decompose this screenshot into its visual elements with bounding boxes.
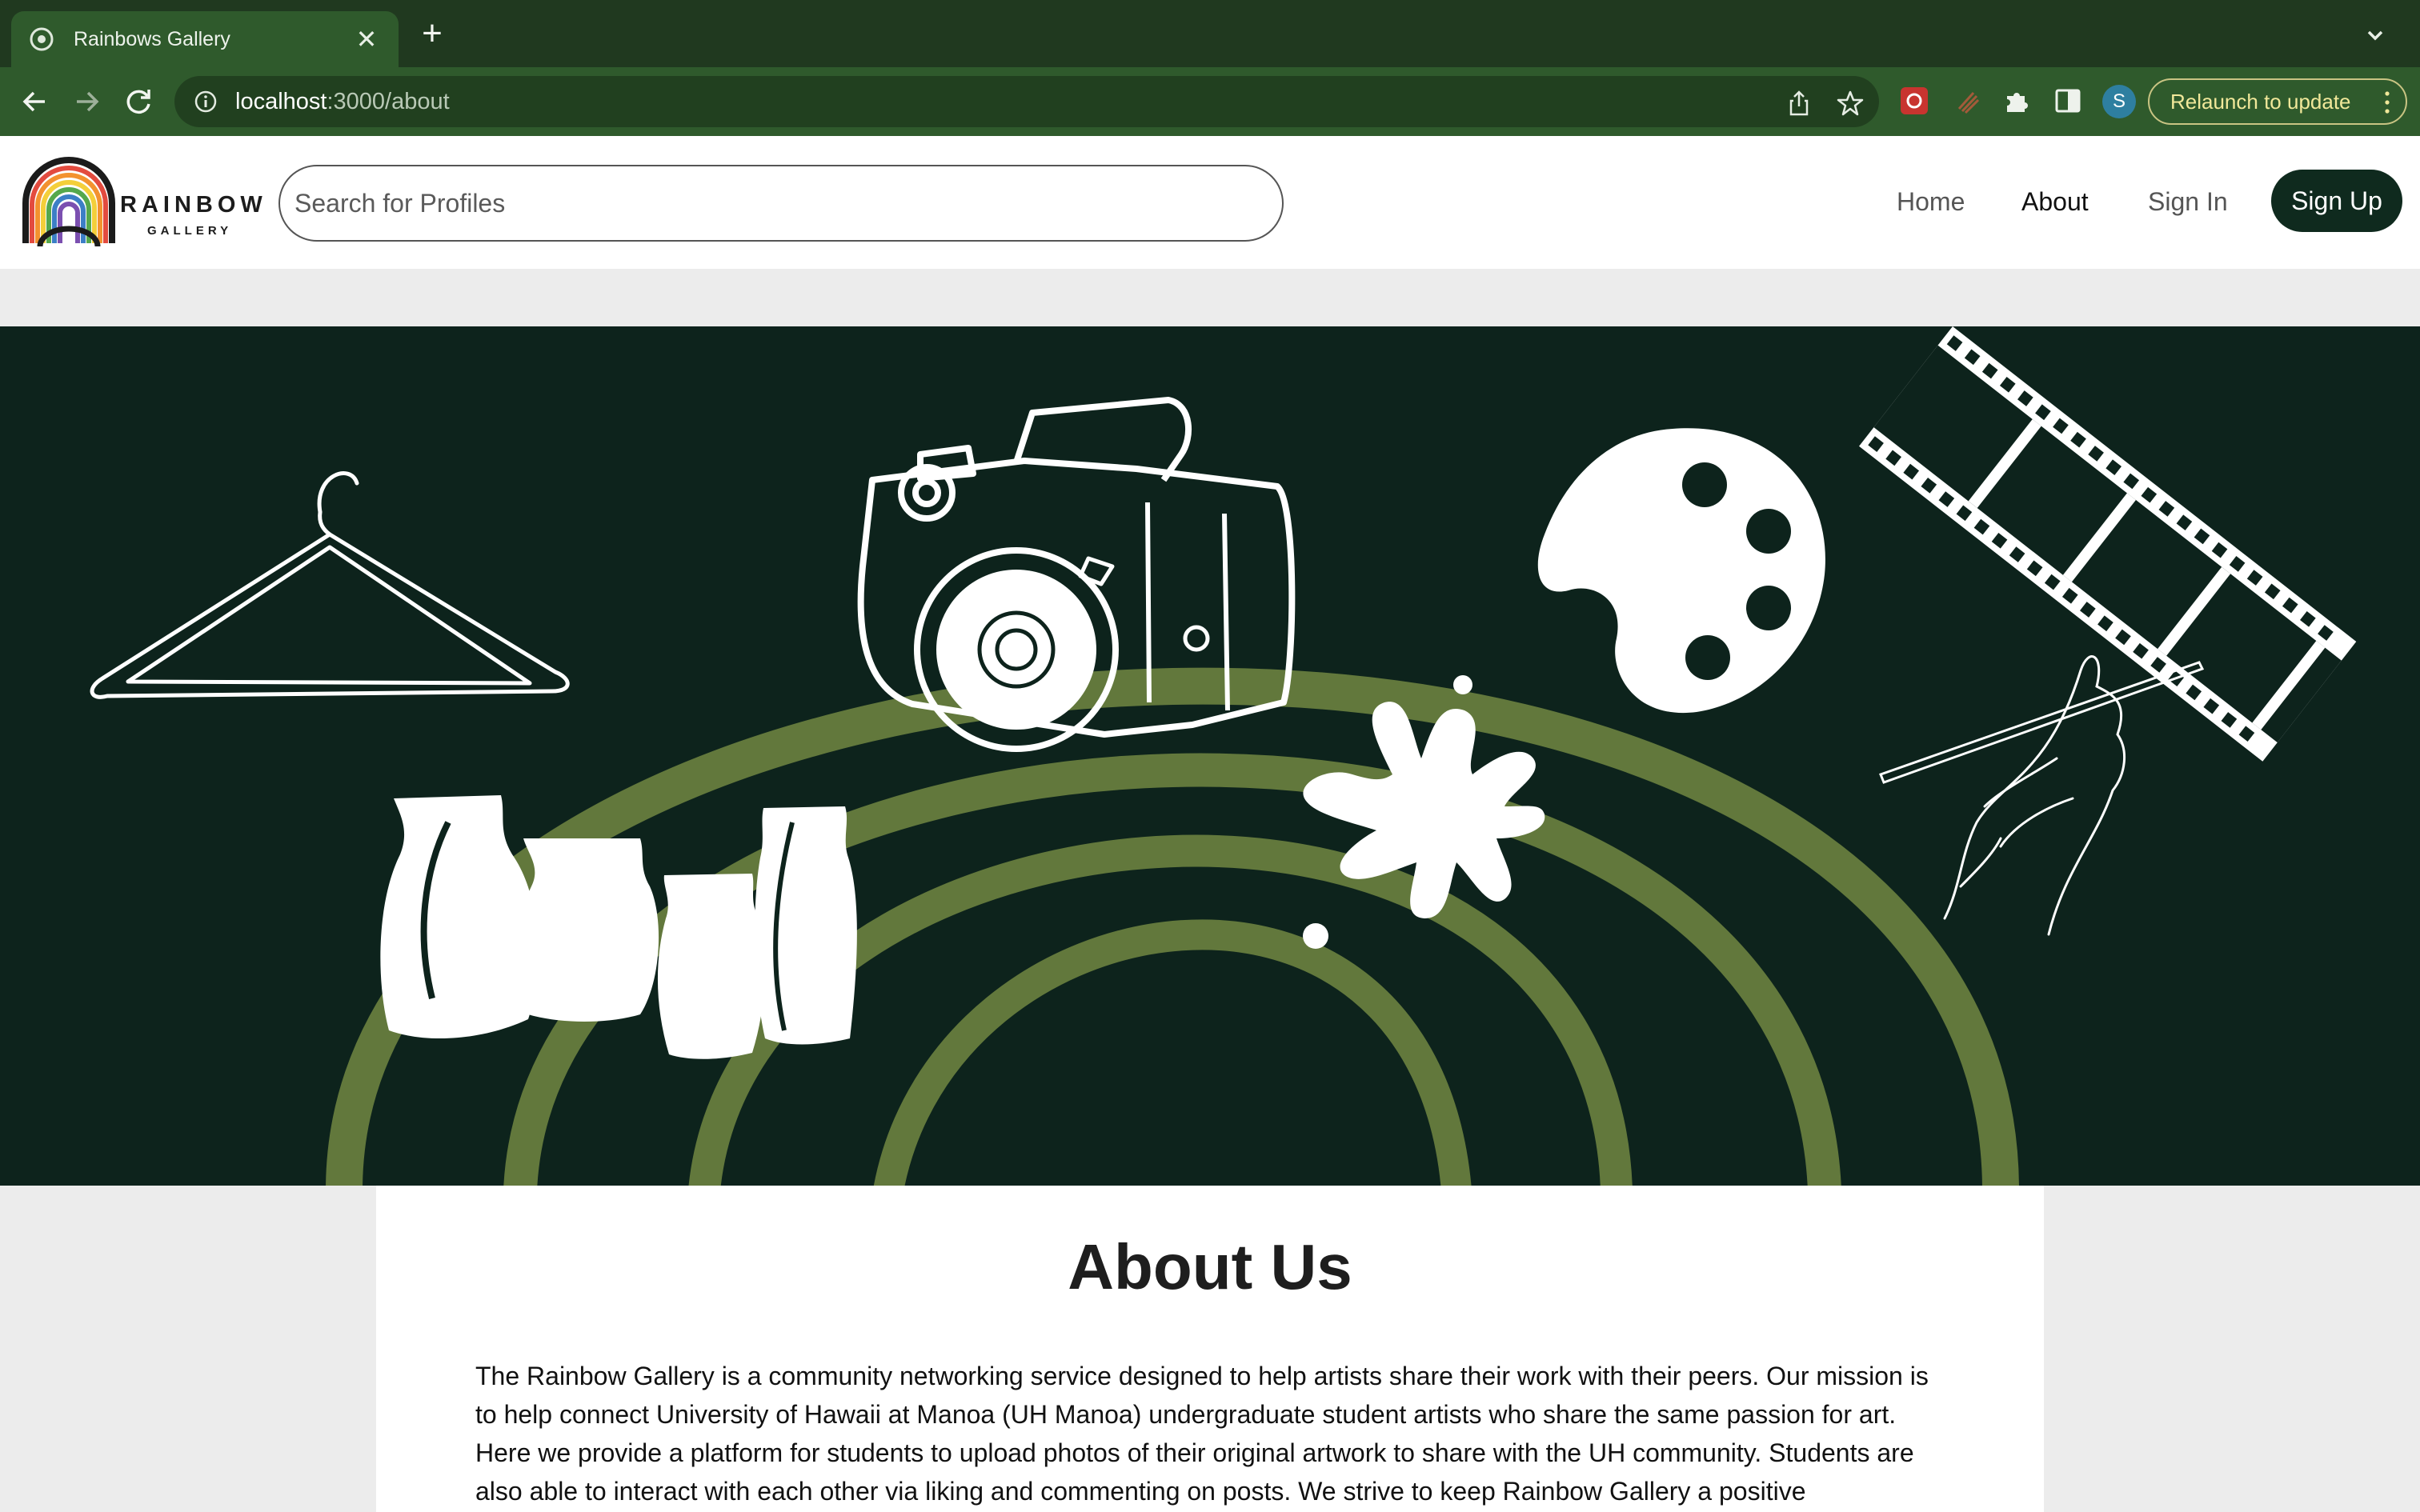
relaunch-button[interactable]: Relaunch to update — [2148, 78, 2407, 125]
about-title: About Us — [1068, 1231, 1352, 1302]
about-description: The Rainbow Gallery is a community netwo… — [475, 1362, 1929, 1506]
nav-signin-link[interactable]: Sign In — [2148, 187, 2228, 217]
address-bar[interactable]: localhost:3000/about — [174, 76, 1879, 127]
profile-search-input[interactable] — [278, 165, 1284, 242]
browser-toolbar: localhost:3000/about S Relaunch to updat… — [0, 67, 2420, 136]
nav-about-link[interactable]: About — [2021, 187, 2089, 217]
site-info-icon[interactable] — [192, 88, 219, 115]
tab-search-chevron-icon[interactable] — [2361, 21, 2390, 50]
share-icon[interactable] — [1785, 89, 1813, 118]
tab-strip: Rainbows Gallery ✕ + — [0, 0, 2420, 67]
back-icon[interactable] — [16, 83, 53, 120]
about-card: About Us The Rainbow Gallery is a commun… — [376, 1186, 2044, 1512]
rainbow-arch-icon — [22, 157, 115, 247]
extension-brush-icon[interactable] — [1951, 85, 1983, 117]
profile-avatar[interactable]: S — [2102, 85, 2136, 118]
logo-wordmark: RAINBOW — [120, 192, 267, 218]
reload-icon[interactable] — [120, 83, 157, 120]
favicon-icon — [30, 27, 54, 51]
side-panel-icon[interactable] — [2052, 85, 2084, 117]
tab-title: Rainbows Gallery — [74, 27, 230, 50]
logo-subtitle: GALLERY — [147, 224, 233, 238]
nav-home-link[interactable]: Home — [1897, 187, 1965, 217]
vases-icon — [380, 795, 857, 1059]
hand-pencil-icon — [1879, 655, 2205, 936]
hero-banner — [0, 326, 2420, 1186]
hanger-icon — [90, 471, 570, 699]
more-menu-icon[interactable] — [2383, 90, 2391, 115]
close-tab-icon[interactable]: ✕ — [352, 24, 381, 54]
site-navbar: RAINBOW GALLERY Home About Sign In Sign … — [0, 136, 2420, 269]
bookmark-star-icon[interactable] — [1836, 89, 1865, 118]
camera-icon — [857, 397, 1296, 752]
new-tab-icon[interactable]: + — [413, 14, 451, 53]
hero-illustration — [90, 326, 2357, 1186]
browser-window: Rainbows Gallery ✕ + localhost:3000/abou… — [0, 0, 2420, 1512]
rainbow-gallery-logo[interactable]: RAINBOW GALLERY — [21, 157, 262, 248]
url-text: localhost:3000/about — [235, 88, 450, 114]
browser-tab[interactable]: Rainbows Gallery ✕ — [11, 11, 399, 67]
extension-red-icon[interactable] — [1898, 85, 1930, 117]
film-strip-icon — [1859, 326, 2357, 762]
signup-button[interactable]: Sign Up — [2271, 170, 2402, 232]
palette-icon — [1537, 428, 1825, 714]
forward-icon[interactable] — [69, 83, 106, 120]
extensions-puzzle-icon[interactable] — [2001, 85, 2033, 117]
